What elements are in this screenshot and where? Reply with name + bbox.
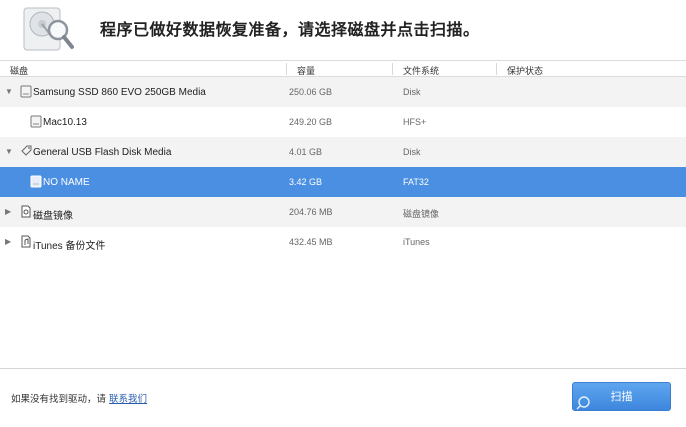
disk-filesystem: Disk [403,147,421,157]
expanded-triangle-icon[interactable]: ▼ [5,147,13,157]
header: 程序已做好数据恢复准备，请选择磁盘并点击扫描。 [0,0,686,60]
disk-filesystem: 磁盘镜像 [403,209,440,219]
volume-icon [30,175,42,188]
column-filesystem[interactable]: 文件系统 [403,64,439,77]
volume-capacity: 3.42 GB [289,177,323,187]
disk-name: General USB Flash Disk Media [33,147,172,158]
volume-name: NO NAME [43,177,90,188]
volume-row-no-name[interactable]: NO NAME 3.42 GB FAT32 [0,167,686,197]
volume-icon [30,115,42,128]
volume-row-mac[interactable]: Mac10.13 249.20 GB HFS+ [0,107,686,137]
footer: 如果没有找到驱动，请 联系我们 扫描 [0,368,686,427]
disk-capacity: 432.45 MB [289,237,333,247]
disk-row-image[interactable]: ▶ 磁盘镜像 204.76 MB 磁盘镜像 [0,197,686,227]
disk-row-itunes[interactable]: ▶ iTunes 备份文件 432.45 MB iTunes [0,227,686,257]
disk-row-samsung[interactable]: ▼ Samsung SSD 860 EVO 250GB Media 250.06… [0,77,686,107]
driver-note: 如果没有找到驱动，请 联系我们 [11,391,147,405]
column-divider[interactable] [496,63,497,75]
collapsed-triangle-icon[interactable]: ▶ [5,237,13,247]
page-title: 程序已做好数据恢复准备，请选择磁盘并点击扫描。 [100,20,480,39]
usb-tag-icon [21,145,32,156]
column-divider[interactable] [286,63,287,75]
disk-capacity: 250.06 GB [289,87,333,97]
disk-row-usb[interactable]: ▼ General USB Flash Disk Media 4.01 GB D… [0,137,686,167]
document-icon [21,205,31,218]
disk-filesystem: Disk [403,87,421,97]
column-disk[interactable]: 磁盘 [10,64,28,77]
disk-recovery-app-icon [23,7,74,51]
scan-button[interactable]: 扫描 [572,382,671,411]
disk-list: ▼ Samsung SSD 860 EVO 250GB Media 250.06… [0,77,686,257]
drive-icon [20,85,32,98]
driver-note-text: 如果没有找到驱动，请 [11,394,107,405]
contact-us-link[interactable]: 联系我们 [109,394,147,405]
volume-filesystem: HFS+ [403,117,427,127]
document-icon [21,235,31,248]
scan-button-label: 扫描 [610,390,633,403]
disk-capacity: 204.76 MB [289,207,333,217]
magnifier-icon [576,396,590,410]
volume-filesystem: FAT32 [403,177,429,187]
column-divider[interactable] [392,63,393,75]
disk-capacity: 4.01 GB [289,147,323,157]
table-header: 磁盘 容量 文件系统 保护状态 [0,60,686,77]
expanded-triangle-icon[interactable]: ▼ [5,87,13,97]
volume-name: Mac10.13 [43,117,87,128]
volume-capacity: 249.20 GB [289,117,333,127]
disk-name: 磁盘镜像 [33,211,73,222]
disk-name: Samsung SSD 860 EVO 250GB Media [33,87,206,98]
disk-filesystem: iTunes [403,237,430,247]
column-protection[interactable]: 保护状态 [507,64,543,77]
column-capacity[interactable]: 容量 [297,64,315,77]
collapsed-triangle-icon[interactable]: ▶ [5,207,13,217]
disk-name: iTunes 备份文件 [33,241,106,252]
